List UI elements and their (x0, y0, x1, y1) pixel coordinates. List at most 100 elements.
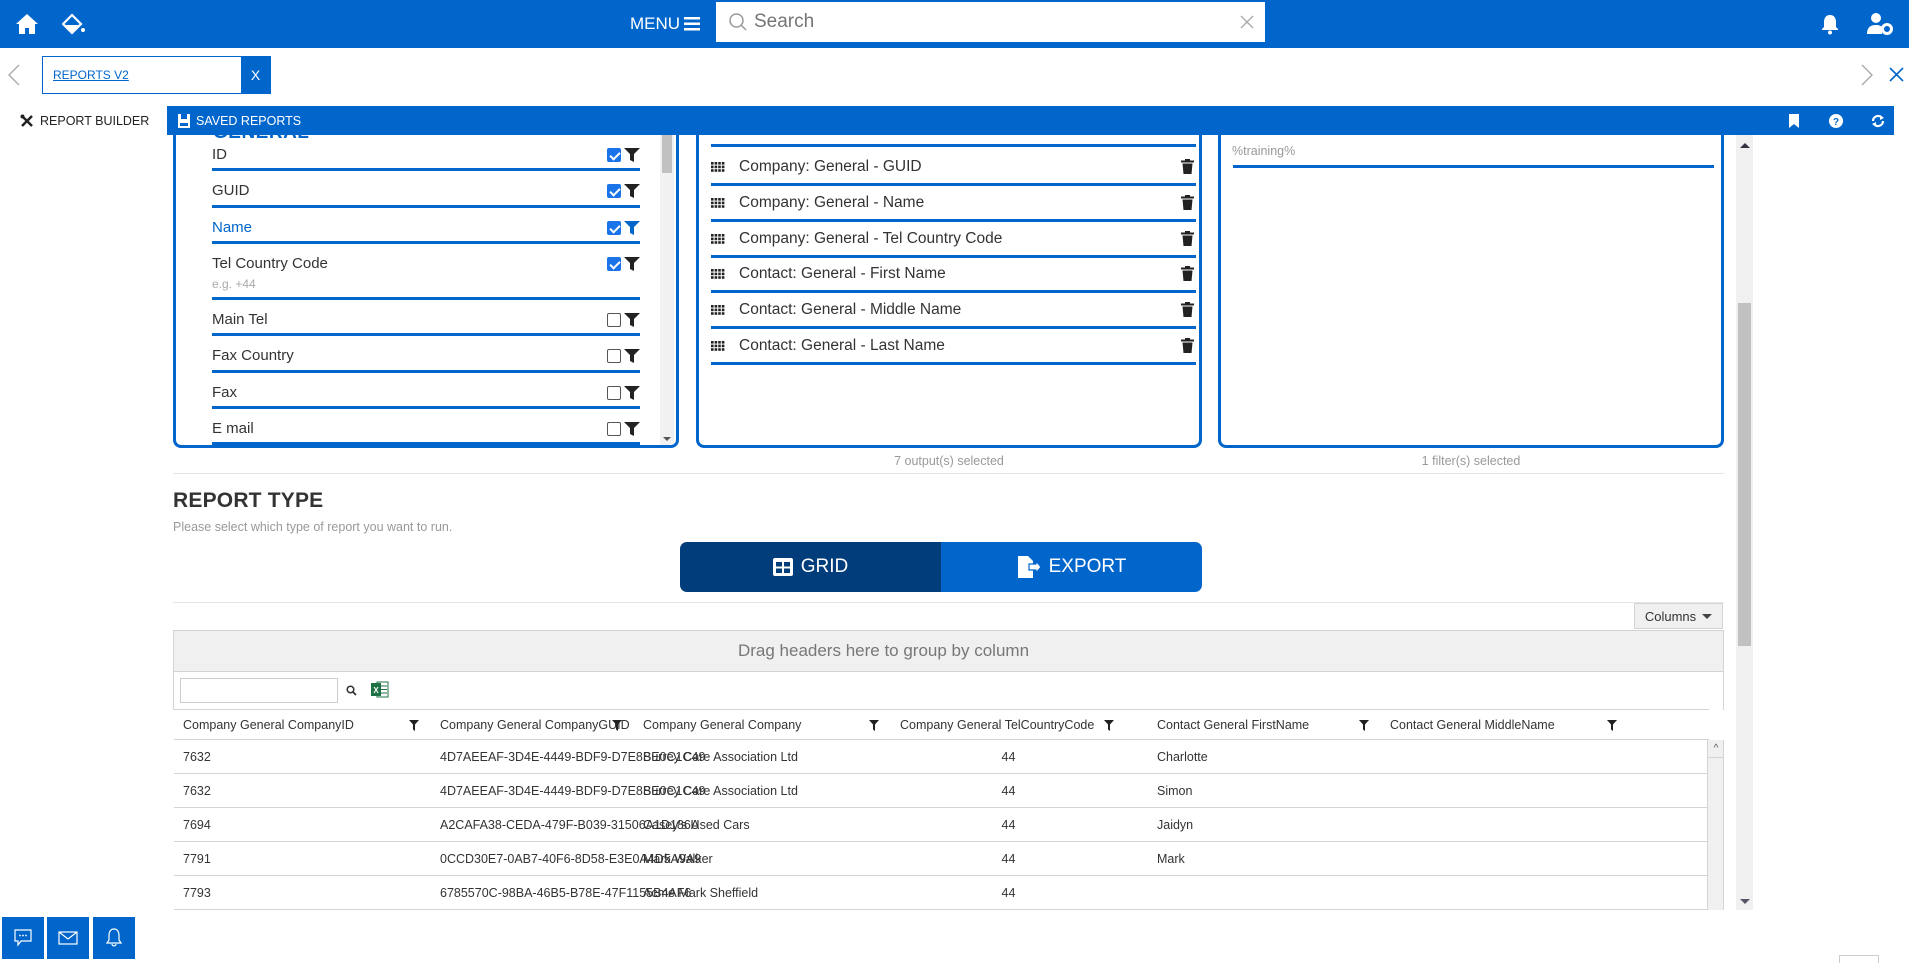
field-row[interactable]: GUID (212, 174, 640, 208)
field-row[interactable]: Fax Country (212, 339, 640, 373)
export-button[interactable]: EXPORT (941, 542, 1202, 592)
drag-handle-icon[interactable] (711, 233, 725, 244)
field-row[interactable]: ID (212, 138, 640, 171)
clear-search-icon[interactable] (1239, 14, 1255, 30)
menu-button[interactable]: MENU (630, 10, 701, 38)
grid-button[interactable]: GRID (680, 542, 941, 592)
output-label: Company: General - GUID (739, 158, 922, 175)
bookmark-icon[interactable] (1783, 110, 1805, 132)
drag-handle-icon[interactable] (711, 341, 725, 351)
column-header[interactable]: Company General TelCountryCode (891, 710, 1126, 739)
trash-icon[interactable] (1181, 266, 1194, 282)
field-checkbox[interactable] (607, 349, 621, 363)
saved-reports-tab[interactable]: SAVED REPORTS (170, 106, 309, 135)
drag-handle-icon[interactable] (711, 197, 725, 208)
field-checkbox[interactable] (607, 221, 621, 235)
output-row[interactable]: Contact: General - Middle Name (711, 293, 1196, 330)
column-filter-icon[interactable] (612, 720, 622, 731)
home-icon[interactable] (13, 10, 41, 38)
field-checkbox[interactable] (607, 184, 621, 198)
tab-close-button[interactable]: X (241, 57, 270, 93)
fields-scrollbar[interactable] (660, 135, 674, 445)
grid-scrollbar[interactable]: ^ (1707, 740, 1724, 910)
grid-row[interactable]: 7632 4D7AEEAF-3D4E-4449-BDF9-D7E8BE0C1C49… (174, 740, 1709, 774)
search-input[interactable] (748, 2, 1239, 42)
field-row[interactable]: Main Tel (212, 303, 640, 336)
field-row[interactable]: Name (212, 211, 640, 244)
chevron-left-icon[interactable] (8, 64, 20, 86)
filter-funnel-icon[interactable] (624, 148, 640, 162)
column-filter-icon[interactable] (1607, 720, 1617, 731)
column-filter-icon[interactable] (1104, 720, 1114, 731)
trash-icon[interactable] (1181, 194, 1194, 210)
columns-button[interactable]: Columns (1634, 603, 1723, 629)
mail-button[interactable] (47, 917, 89, 959)
grid-row[interactable]: 7793 6785570C-98BA-46B5-B78E-47F1155B4AF6… (174, 876, 1709, 910)
trash-icon[interactable] (1181, 338, 1194, 353)
field-checkbox[interactable] (607, 313, 621, 327)
output-row[interactable]: Company: General - Tel Country Code (711, 222, 1196, 258)
close-all-icon[interactable] (1889, 67, 1904, 82)
field-row[interactable]: E mail (212, 412, 640, 445)
field-row[interactable]: Tel Country Code e.g. +44 (212, 247, 640, 300)
filter-funnel-icon[interactable] (624, 221, 640, 235)
paint-bucket-icon[interactable] (60, 10, 88, 38)
field-checkbox[interactable] (607, 386, 621, 400)
drag-handle-icon[interactable] (711, 305, 725, 315)
filter-funnel-icon[interactable] (624, 184, 640, 198)
scroll-down-arrow-icon[interactable] (663, 437, 671, 441)
drag-handle-icon[interactable] (711, 162, 725, 172)
tab-row: REPORTS V2 X (0, 48, 1909, 104)
chat-button[interactable] (2, 917, 44, 959)
chevron-up-icon[interactable]: ^ (1708, 740, 1724, 758)
column-header[interactable]: Contact General MiddleName (1381, 710, 1601, 739)
scroll-up-arrow-icon[interactable] (1740, 143, 1750, 148)
column-header[interactable]: Company General CompanyID (174, 710, 431, 739)
column-header[interactable]: Company General CompanyGUID (431, 710, 634, 739)
refresh-icon[interactable] (1867, 110, 1889, 132)
column-filter-icon[interactable] (409, 720, 419, 731)
notifications-button[interactable] (93, 917, 135, 959)
scroll-to-top-button[interactable] (1839, 955, 1879, 963)
column-header[interactable]: Contact General FirstName (1148, 710, 1381, 739)
help-icon[interactable]: ? (1825, 110, 1847, 132)
report-builder-tab[interactable]: REPORT BUILDER (12, 106, 167, 135)
filter-funnel-icon[interactable] (624, 422, 640, 436)
output-row[interactable]: Company: General - Name (711, 186, 1196, 222)
trash-icon[interactable] (1181, 302, 1194, 318)
filter-funnel-icon[interactable] (624, 349, 640, 363)
field-checkbox[interactable] (607, 422, 621, 436)
output-row[interactable]: Company: General - GUID (711, 150, 1196, 186)
grid-cell: A2CAFA38-CEDA-479F-B039-31506A1D186A (440, 817, 700, 832)
filter-funnel-icon[interactable] (624, 386, 640, 400)
column-filter-icon[interactable] (1359, 720, 1369, 731)
filter-funnel-icon[interactable] (624, 313, 640, 327)
trash-icon[interactable] (1181, 230, 1194, 246)
page-scrollbar[interactable] (1736, 135, 1753, 910)
drag-handle-icon[interactable] (711, 269, 725, 280)
output-row[interactable]: Contact: General - Last Name (711, 329, 1196, 365)
grid-cell: 7791 (183, 851, 211, 866)
field-checkbox[interactable] (607, 257, 621, 271)
grid-search-input[interactable] (180, 678, 338, 703)
trash-icon[interactable] (1181, 159, 1194, 174)
bell-icon[interactable] (1816, 10, 1844, 38)
filter-funnel-icon[interactable] (624, 257, 640, 271)
grid-row[interactable]: 7694 A2CAFA38-CEDA-479F-B039-31506A1D186A… (174, 808, 1709, 842)
page-scrollbar-thumb[interactable] (1738, 303, 1751, 646)
chevron-right-icon[interactable] (1861, 64, 1873, 86)
group-by-panel[interactable]: Drag headers here to group by column (173, 630, 1724, 672)
user-settings-icon[interactable] (1866, 10, 1894, 38)
search-icon[interactable] (346, 685, 357, 696)
field-checkbox[interactable] (607, 148, 621, 162)
column-header[interactable]: Company General Company (634, 710, 891, 739)
output-row[interactable]: Contact: General - First Name (711, 257, 1196, 294)
excel-export-icon[interactable]: X (371, 681, 389, 698)
scroll-down-arrow-icon[interactable] (1740, 899, 1750, 904)
column-filter-icon[interactable] (869, 720, 879, 731)
tab-label[interactable]: REPORTS V2 (43, 57, 241, 93)
fields-scrollbar-thumb[interactable] (662, 135, 672, 173)
grid-row[interactable]: 7791 0CCD30E7-0AB7-40F6-8D58-E3E0A4D5A9A9… (174, 842, 1709, 876)
field-row[interactable]: Fax (212, 376, 640, 409)
grid-row[interactable]: 7632 4D7AEEAF-3D4E-4449-BDF9-D7E8BE0C1C49… (174, 774, 1709, 808)
